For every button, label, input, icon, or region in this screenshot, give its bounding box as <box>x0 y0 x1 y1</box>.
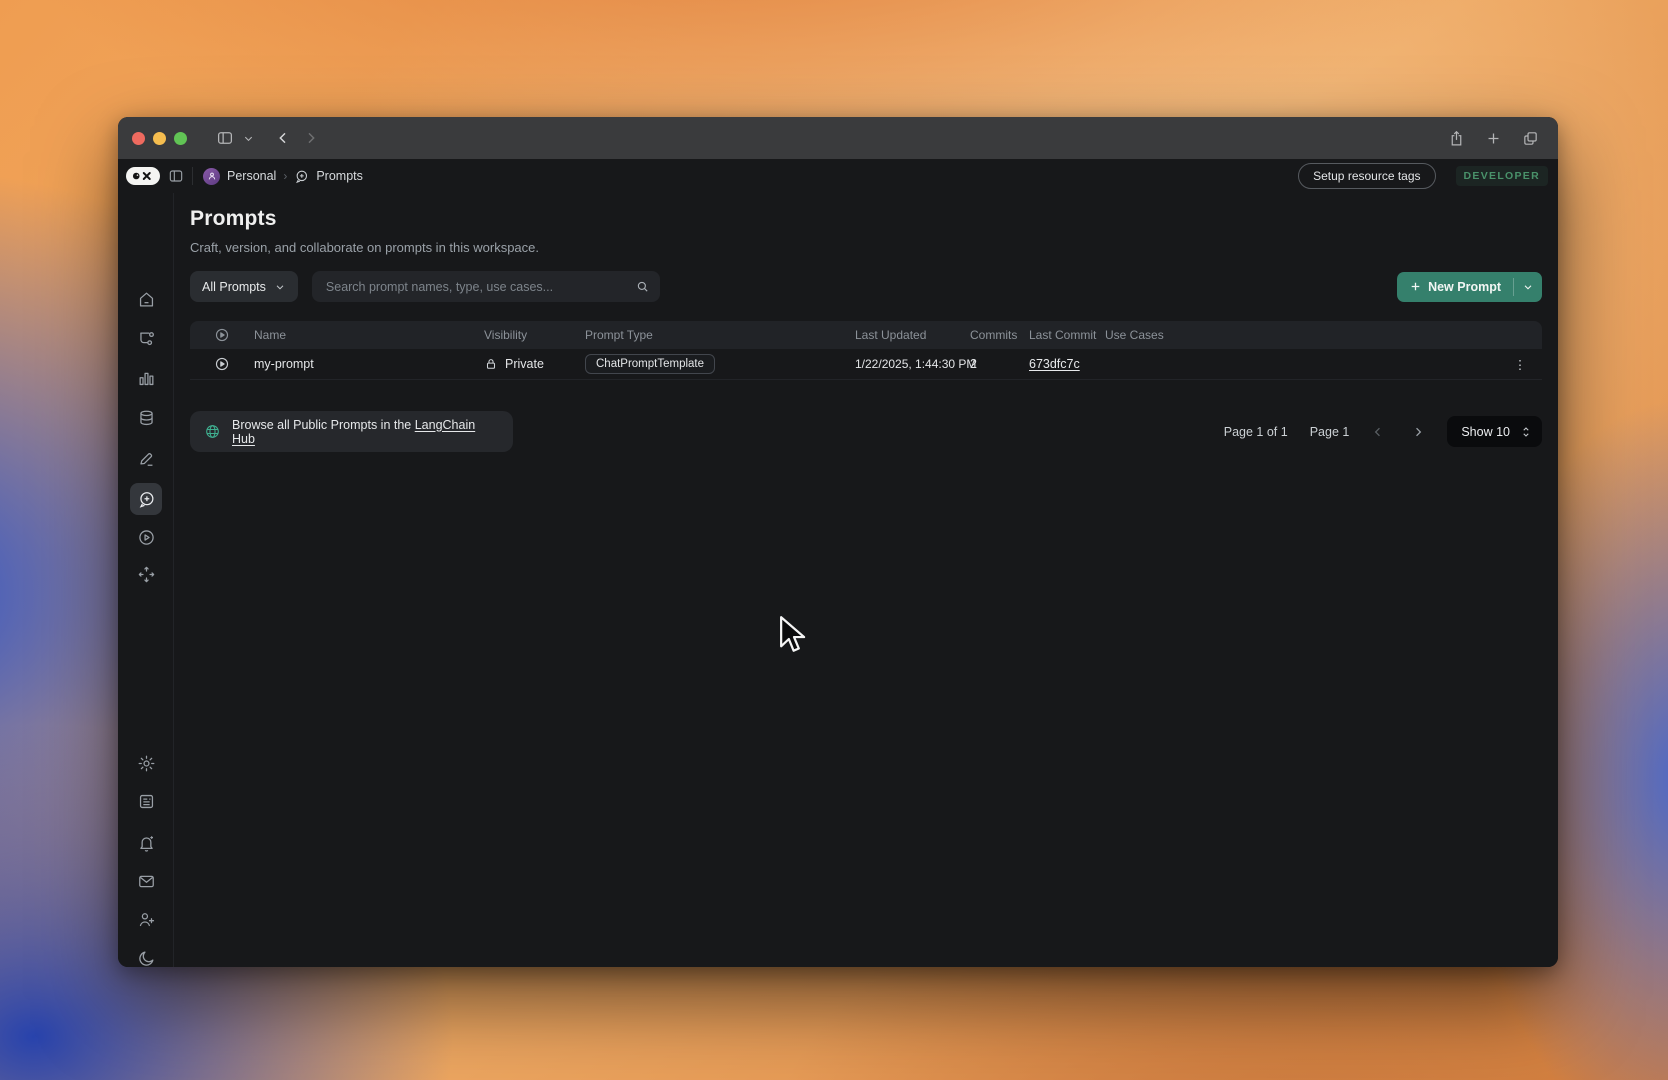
lock-icon <box>486 359 496 369</box>
prompt-name[interactable]: my-prompt <box>254 357 484 371</box>
sidebar-item-prompts[interactable] <box>130 483 162 515</box>
sidebar-item-mail[interactable] <box>130 865 162 897</box>
page-subtitle: Craft, version, and collaborate on promp… <box>190 240 540 255</box>
setup-resource-tags-button[interactable]: Setup resource tags <box>1298 163 1436 189</box>
prompt-type-badge: ChatPromptTemplate <box>585 354 716 374</box>
developer-badge: DEVELOPER <box>1455 166 1548 186</box>
up-down-chevrons-icon <box>1520 425 1532 439</box>
sidebar-item-settings[interactable] <box>130 747 162 779</box>
visibility-value: Private <box>505 357 544 371</box>
header-run-icon <box>190 327 254 343</box>
topbar-divider <box>192 167 193 185</box>
new-prompt-dropdown-caret[interactable] <box>1514 272 1542 302</box>
row-kebab-menu[interactable]: ⋮ <box>1498 357 1542 372</box>
app-topbar: Personal › Prompts Setup resource tags D… <box>118 159 1558 193</box>
breadcrumb-separator: › <box>283 169 288 183</box>
header-prompt-type[interactable]: Prompt Type <box>585 328 855 342</box>
pagination: Page 1 of 1 Page 1 Show 10 <box>1224 416 1542 447</box>
table-header-row: Name Visibility Prompt Type Last Updated… <box>190 321 1542 349</box>
page-size-select[interactable]: Show 10 <box>1447 416 1542 447</box>
browser-sidebar-toggle-icon[interactable] <box>211 125 239 151</box>
last-commit-link[interactable]: 673dfc7c <box>1029 357 1080 371</box>
table-row[interactable]: my-prompt Private ChatPromptTemplate 1/2… <box>190 349 1542 380</box>
search-icon[interactable] <box>635 279 650 294</box>
sidebar-item-deployments[interactable] <box>130 558 162 590</box>
prompts-filter-dropdown[interactable]: All Prompts <box>190 271 298 302</box>
main-content: Prompts Craft, version, and collaborate … <box>174 193 1558 967</box>
header-commits[interactable]: Commits <box>970 328 1029 342</box>
sidebar-item-annotation-queues[interactable] <box>130 442 162 474</box>
header-last-updated[interactable]: Last Updated <box>855 328 970 342</box>
minimize-window-button[interactable] <box>153 131 166 145</box>
sidebar-item-home[interactable] <box>130 283 162 315</box>
globe-icon <box>204 423 221 440</box>
close-window-button[interactable] <box>132 131 145 145</box>
table-footer: Browse all Public Prompts in the LangCha… <box>190 411 1542 452</box>
back-button[interactable] <box>269 125 297 151</box>
prompts-table: Name Visibility Prompt Type Last Updated… <box>190 321 1542 380</box>
browser-window: Personal › Prompts Setup resource tags D… <box>118 117 1558 967</box>
langsmith-logo[interactable] <box>126 167 160 185</box>
sidebar-chevron-down-icon[interactable] <box>239 125 257 151</box>
page-summary: Page 1 of 1 <box>1223 424 1288 439</box>
last-updated-value: 1/22/2025, 1:44:30 PM <box>855 357 977 371</box>
next-page-button[interactable] <box>1411 425 1425 439</box>
page-size-label: Show 10 <box>1461 424 1510 439</box>
hub-banner-text: Browse all Public Prompts in the LangCha… <box>232 417 476 446</box>
sidebar-item-dark-mode[interactable] <box>130 942 162 967</box>
share-icon[interactable] <box>1442 125 1470 151</box>
commits-value: 2 <box>970 357 977 371</box>
traffic-lights <box>132 131 187 145</box>
chevron-down-icon <box>276 284 284 289</box>
sidebar-item-tracing-projects[interactable] <box>130 323 162 355</box>
sidebar-item-docs[interactable] <box>130 785 162 817</box>
search-input[interactable] <box>325 279 635 294</box>
langchain-hub-banner[interactable]: Browse all Public Prompts in the LangCha… <box>190 411 513 452</box>
prompts-bubble-icon <box>294 169 309 184</box>
chevron-down-icon <box>1524 284 1532 290</box>
langsmith-app: Personal › Prompts Setup resource tags D… <box>118 159 1558 967</box>
play-circle-icon <box>215 328 229 342</box>
tab-overview-icon[interactable] <box>1516 125 1544 151</box>
filter-label: All Prompts <box>202 279 266 294</box>
new-prompt-button[interactable]: New Prompt <box>1397 271 1542 302</box>
app-sidebar <box>118 193 174 967</box>
new-tab-icon[interactable] <box>1479 125 1507 151</box>
plus-icon <box>1411 282 1420 291</box>
sidebar-item-notifications[interactable] <box>130 827 162 859</box>
forward-button[interactable] <box>297 125 325 151</box>
zoom-window-button[interactable] <box>174 131 187 145</box>
workspace-avatar[interactable] <box>203 167 220 185</box>
sidebar-item-invite-user[interactable] <box>130 903 162 935</box>
row-play-icon[interactable] <box>190 356 254 372</box>
header-visibility[interactable]: Visibility <box>484 328 585 342</box>
toolbar: All Prompts New Prompt <box>190 271 1542 302</box>
breadcrumb-workspace[interactable]: Personal <box>227 169 276 183</box>
previous-page-button[interactable] <box>1371 425 1385 439</box>
page-title: Prompts <box>190 207 277 230</box>
breadcrumb-page[interactable]: Prompts <box>316 169 363 183</box>
header-name[interactable]: Name <box>254 328 484 342</box>
browser-titlebar <box>118 117 1558 159</box>
sidebar-item-monitoring[interactable] <box>130 362 162 394</box>
current-page-label[interactable]: Page 1 <box>1310 425 1350 439</box>
header-last-commit[interactable]: Last Commit <box>1029 328 1105 342</box>
panel-collapse-icon[interactable] <box>168 168 184 184</box>
sidebar-item-playground[interactable] <box>130 521 162 553</box>
breadcrumb: Personal › Prompts <box>203 167 363 185</box>
sidebar-item-datasets[interactable] <box>130 402 162 434</box>
header-use-cases[interactable]: Use Cases <box>1105 328 1498 342</box>
search-box[interactable] <box>311 271 660 302</box>
new-prompt-label: New Prompt <box>1428 279 1501 294</box>
